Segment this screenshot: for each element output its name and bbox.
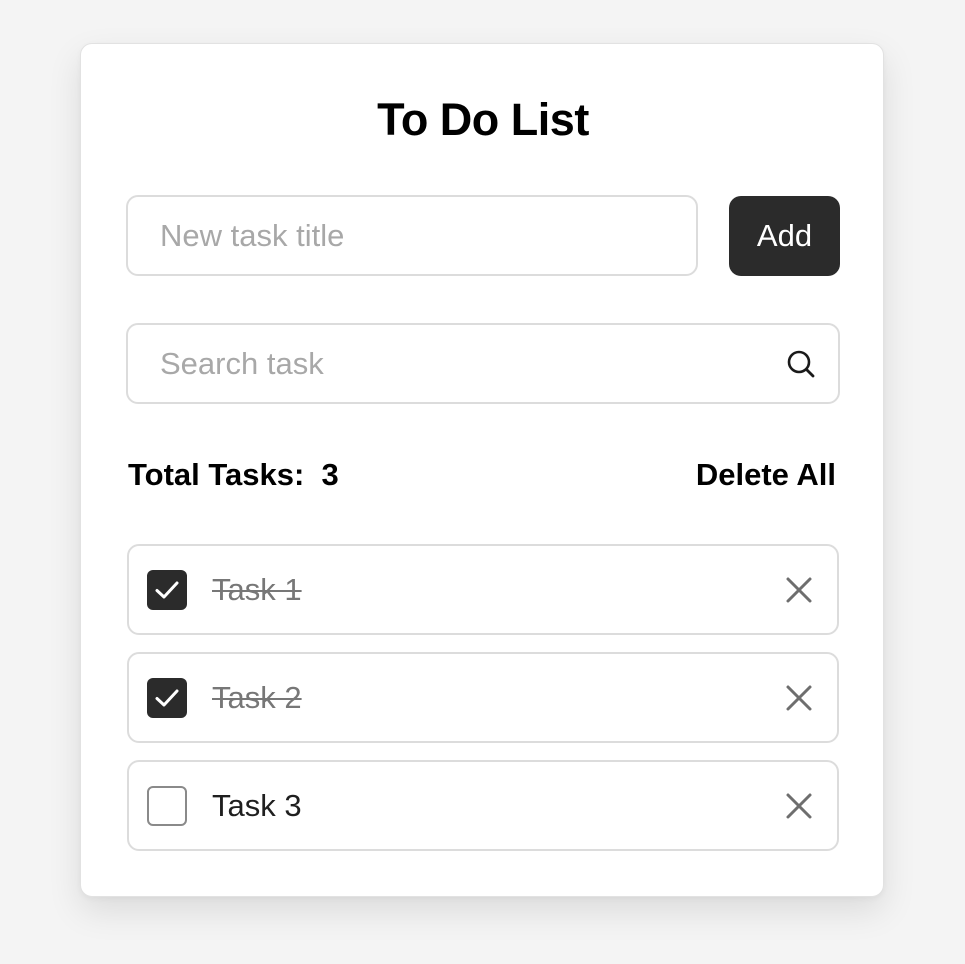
task-checkbox[interactable] <box>147 678 187 718</box>
delete-all-button[interactable]: Delete All <box>696 456 836 494</box>
close-icon[interactable] <box>783 682 815 714</box>
search-field[interactable] <box>126 323 840 404</box>
new-task-input[interactable] <box>128 197 696 274</box>
checkmark-icon <box>155 689 179 707</box>
total-tasks-count: 3 <box>321 457 339 492</box>
close-icon[interactable] <box>783 574 815 606</box>
search-input[interactable] <box>128 325 838 402</box>
task-item: Task 2 <box>127 652 839 743</box>
add-task-button[interactable]: Add <box>729 196 840 276</box>
checkmark-icon <box>155 581 179 599</box>
task-title: Task 1 <box>212 572 302 607</box>
close-icon[interactable] <box>783 790 815 822</box>
todo-card: To Do List Add Total Tasks: 3 Delete All… <box>80 43 884 897</box>
new-task-field[interactable] <box>126 195 698 276</box>
task-title: Task 2 <box>212 680 302 715</box>
task-title: Task 3 <box>212 788 302 823</box>
task-count-summary: Total Tasks: 3 <box>128 456 339 494</box>
task-item: Task 3 <box>127 760 839 851</box>
task-checkbox[interactable] <box>147 786 187 826</box>
task-checkbox[interactable] <box>147 570 187 610</box>
search-icon[interactable] <box>784 347 818 381</box>
page-title: To Do List <box>377 94 589 145</box>
task-item: Task 1 <box>127 544 839 635</box>
total-tasks-label: Total Tasks: <box>128 457 305 492</box>
